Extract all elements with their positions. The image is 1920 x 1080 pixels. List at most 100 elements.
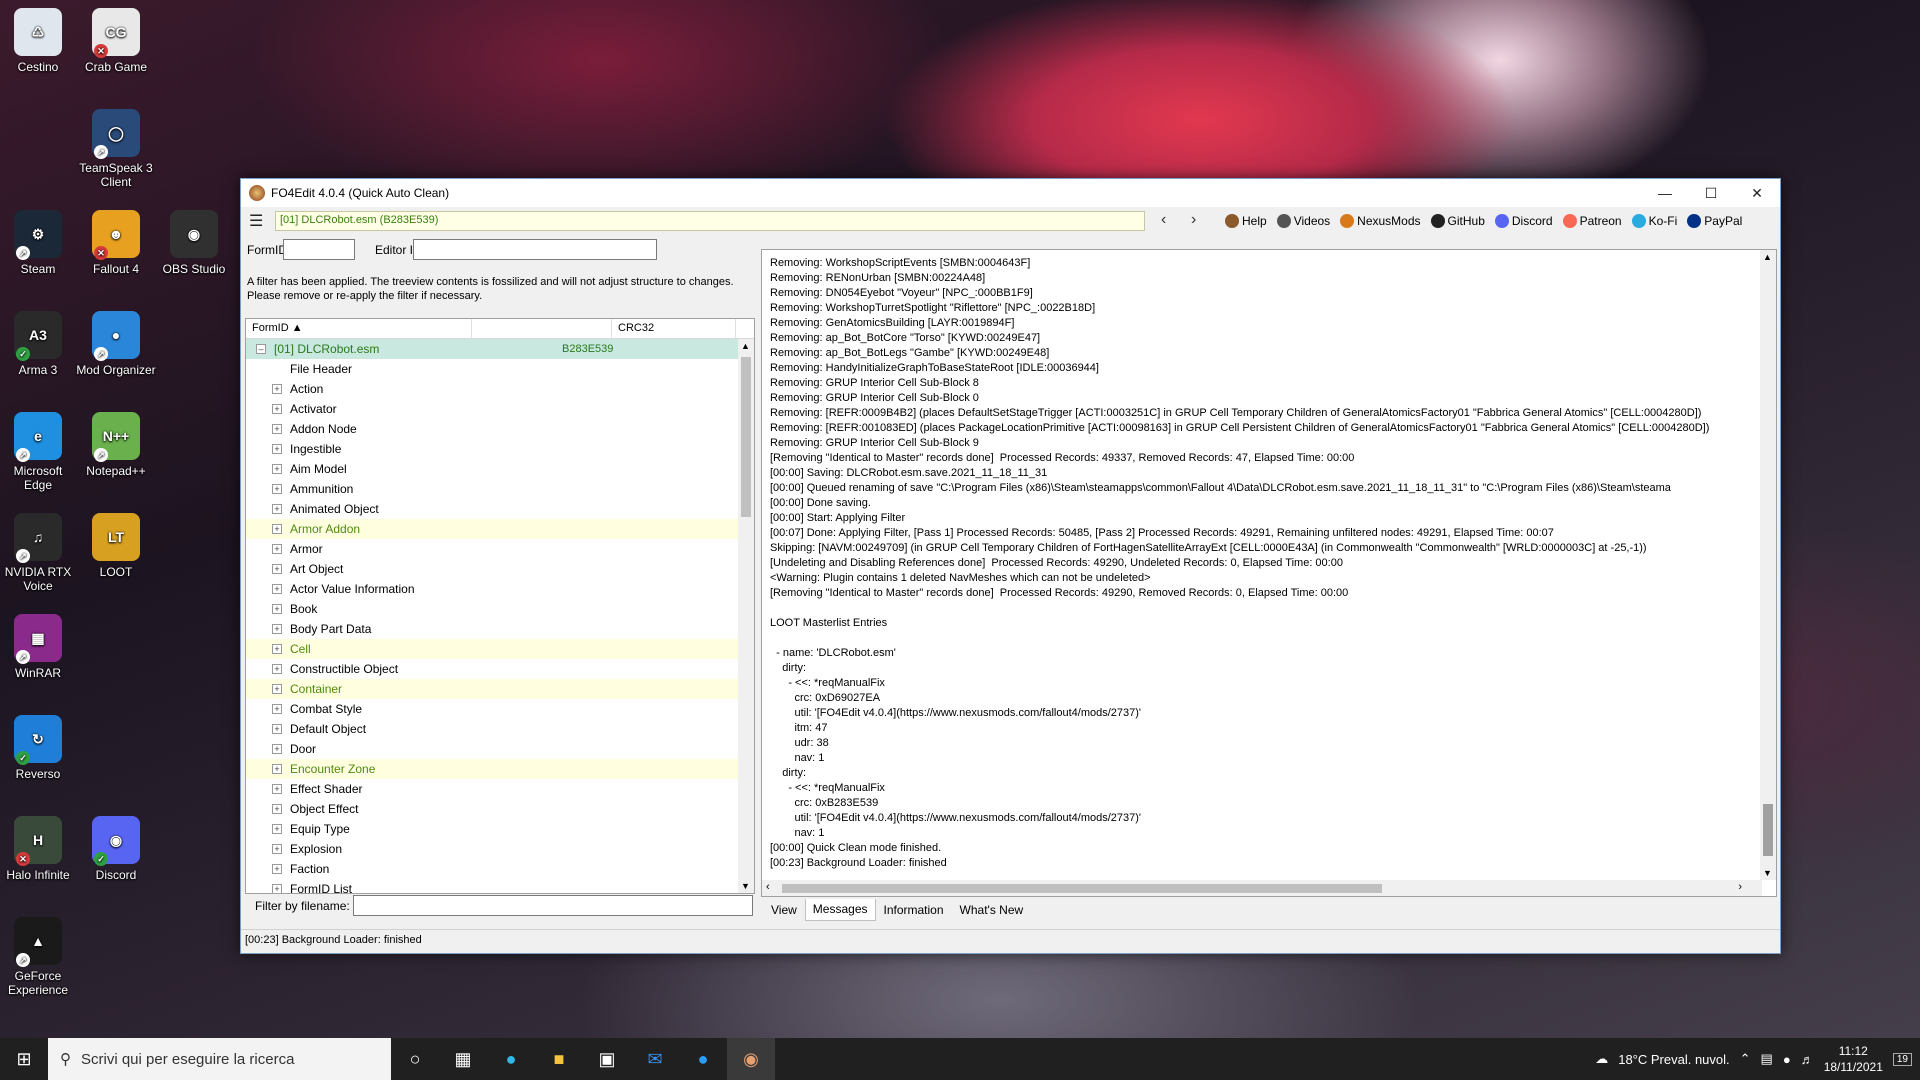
expand-icon[interactable]: +	[272, 424, 282, 434]
tree-row[interactable]: + Ammunition	[246, 479, 740, 499]
tree-row[interactable]: + Encounter Zone	[246, 759, 740, 779]
expand-icon[interactable]: +	[272, 384, 282, 394]
log-scroll-up-icon[interactable]: ▲	[1763, 252, 1772, 262]
mic-icon[interactable]: ●	[1783, 1052, 1791, 1067]
tree-row[interactable]: + Action	[246, 379, 740, 399]
start-button[interactable]: ⊞	[0, 1038, 48, 1080]
menu-icon[interactable]: ☰	[249, 214, 267, 230]
back-icon[interactable]: ‹	[1161, 211, 1166, 229]
expand-icon[interactable]: +	[272, 404, 282, 414]
desktop-icon[interactable]: ◉ ✓ Discord	[76, 816, 156, 882]
expand-icon[interactable]: +	[272, 744, 282, 754]
desktop-icon[interactable]: N++ ↗ Notepad++	[76, 412, 156, 478]
desktop-icon[interactable]: H ✕ Halo Infinite	[0, 816, 78, 882]
tree-row[interactable]: + Container	[246, 679, 740, 699]
tree-row[interactable]: + Book	[246, 599, 740, 619]
collapse-icon[interactable]: –	[256, 344, 266, 354]
desktop-icon[interactable]: CG ✕ Crab Game	[76, 8, 156, 74]
expand-icon[interactable]: +	[272, 564, 282, 574]
expand-icon[interactable]: +	[272, 704, 282, 714]
tab-what-s-new[interactable]: What's New	[952, 899, 1032, 921]
expand-icon[interactable]: +	[272, 464, 282, 474]
tab-view[interactable]: View	[763, 899, 805, 921]
formid-input[interactable]	[283, 239, 355, 260]
editorid-input[interactable]	[413, 239, 657, 260]
notification-badge[interactable]: 19	[1892, 1052, 1912, 1066]
tree-row[interactable]: + Object Effect	[246, 799, 740, 819]
record-tree[interactable]: FormID ▲ CRC32 – [01] DLCRobot.esm B283E…	[245, 318, 755, 894]
tab-messages[interactable]: Messages	[804, 899, 876, 921]
log-vscroll-thumb[interactable]	[1763, 804, 1773, 856]
maximize-button[interactable]: ☐	[1688, 179, 1734, 207]
link-nexusmods[interactable]: NexusMods	[1340, 214, 1421, 228]
desktop-icon[interactable]: ♫ ↗ NVIDIA RTX Voice	[0, 513, 78, 593]
link-patreon[interactable]: Patreon	[1562, 214, 1622, 228]
scroll-down-icon[interactable]: ▼	[741, 881, 750, 891]
desktop-icon[interactable]: ▲ ↗ GeForce Experience	[0, 917, 78, 997]
expand-icon[interactable]: +	[272, 544, 282, 554]
store-icon[interactable]: ▣	[583, 1038, 631, 1080]
expand-icon[interactable]: +	[272, 444, 282, 454]
desktop-icon[interactable]: LT LOOT	[76, 513, 156, 579]
expand-icon[interactable]: +	[272, 884, 282, 893]
tree-row[interactable]: + Equip Type	[246, 819, 740, 839]
scroll-up-icon[interactable]: ▲	[741, 341, 750, 351]
desktop-icon[interactable]: ☻ ✕ Fallout 4	[76, 210, 156, 276]
tree-row[interactable]: + Activator	[246, 399, 740, 419]
desktop-icon[interactable]: ↻ ✓ Reverso	[0, 715, 78, 781]
taskbar-search[interactable]: ⚲ Scrivi qui per eseguire la ricerca	[48, 1038, 391, 1080]
cortana-icon[interactable]: ○	[391, 1038, 439, 1080]
tree-row[interactable]: + Constructible Object	[246, 659, 740, 679]
tree-root-row[interactable]: – [01] DLCRobot.esm B283E539	[246, 339, 754, 359]
log-scroll-left-icon[interactable]: ‹	[766, 881, 770, 893]
tree-row[interactable]: + Default Object	[246, 719, 740, 739]
expand-icon[interactable]: +	[272, 584, 282, 594]
tray-chevron-icon[interactable]: ⌃	[1740, 1051, 1751, 1067]
tree-row[interactable]: + Faction	[246, 859, 740, 879]
tree-row[interactable]: + Effect Shader	[246, 779, 740, 799]
expand-icon[interactable]: +	[272, 524, 282, 534]
column-formid[interactable]: FormID ▲	[246, 319, 472, 338]
expand-icon[interactable]: +	[272, 784, 282, 794]
log-hscroll-thumb[interactable]	[782, 884, 1382, 893]
mod-organizer-taskbar-icon[interactable]: ●	[679, 1038, 727, 1080]
tree-row[interactable]: + FormID List	[246, 879, 740, 893]
column-blank[interactable]	[472, 319, 612, 338]
clock[interactable]: 11:12 18/11/2021	[1824, 1043, 1883, 1075]
close-button[interactable]: ✕	[1734, 179, 1780, 207]
desktop-icon[interactable]: ● ↗ Mod Organizer	[76, 311, 156, 377]
expand-icon[interactable]: +	[272, 804, 282, 814]
minimize-button[interactable]: —	[1642, 179, 1688, 207]
tree-row[interactable]: + Actor Value Information	[246, 579, 740, 599]
tree-row[interactable]: + Cell	[246, 639, 740, 659]
tree-row[interactable]: + Addon Node	[246, 419, 740, 439]
tree-row[interactable]: + Aim Model	[246, 459, 740, 479]
tree-row[interactable]: + Explosion	[246, 839, 740, 859]
tree-row[interactable]: + Armor Addon	[246, 519, 740, 539]
log-scroll-down-icon[interactable]: ▼	[1763, 868, 1772, 878]
expand-icon[interactable]: +	[272, 504, 282, 514]
expand-icon[interactable]: +	[272, 824, 282, 834]
volume-icon[interactable]: ♬	[1801, 1052, 1814, 1067]
expand-icon[interactable]: +	[272, 864, 282, 874]
file-explorer-icon[interactable]: ■	[535, 1038, 583, 1080]
tree-row[interactable]: + Animated Object	[246, 499, 740, 519]
desktop-icon[interactable]: A3 ✓ Arma 3	[0, 311, 78, 377]
desktop-icon[interactable]: ◯ ↗ TeamSpeak 3 Client	[76, 109, 156, 189]
tree-row[interactable]: + Armor	[246, 539, 740, 559]
tree-row[interactable]: File Header	[246, 359, 740, 379]
column-crc[interactable]: CRC32	[612, 319, 736, 338]
link-github[interactable]: GitHub	[1430, 214, 1485, 228]
link-videos[interactable]: Videos	[1276, 214, 1330, 228]
path-field[interactable]: [01] DLCRobot.esm (B283E539)	[275, 211, 1145, 231]
tree-row[interactable]: + Combat Style	[246, 699, 740, 719]
expand-icon[interactable]: +	[272, 664, 282, 674]
desktop-icon[interactable]: ◉ OBS Studio	[154, 210, 234, 276]
title-bar[interactable]: FO4Edit 4.0.4 (Quick Auto Clean) — ☐ ✕	[241, 179, 1780, 207]
expand-icon[interactable]: +	[272, 844, 282, 854]
log-vscrollbar[interactable]: ▲ ▼	[1760, 250, 1776, 880]
tab-information[interactable]: Information	[876, 899, 952, 921]
forward-icon[interactable]: ›	[1191, 211, 1196, 229]
expand-icon[interactable]: +	[272, 764, 282, 774]
tree-scrollbar[interactable]: ▲ ▼	[738, 339, 754, 893]
